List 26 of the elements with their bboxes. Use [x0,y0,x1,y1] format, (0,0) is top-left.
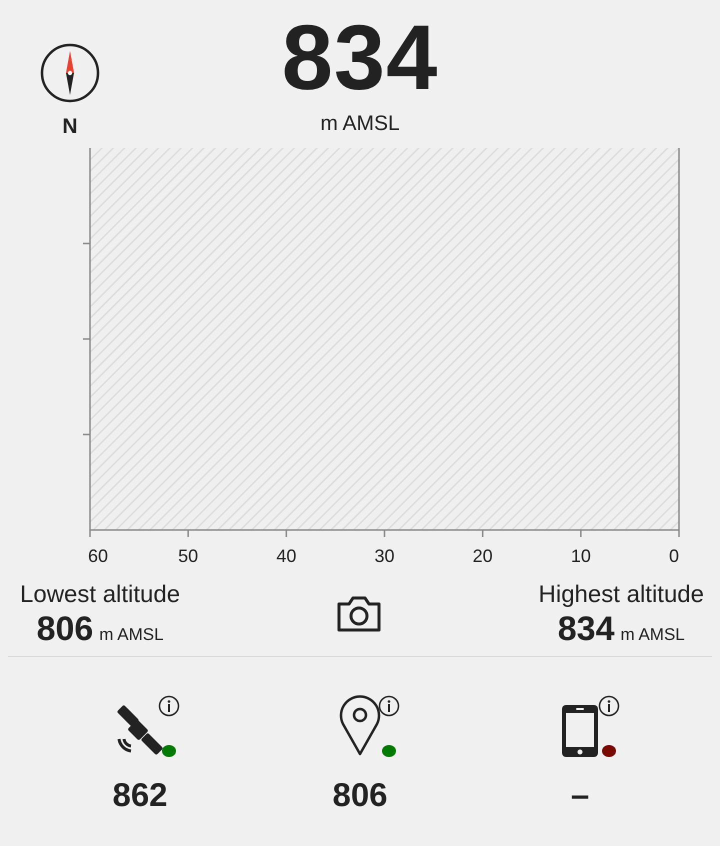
altitude-value: 834 [282,8,438,108]
altitude-unit: m AMSL [320,112,400,136]
info-icon[interactable] [378,695,400,717]
source-altitude: 862 [112,775,168,815]
camera-icon[interactable] [335,594,384,634]
axis-label: 30 [374,546,395,564]
compass-icon[interactable] [40,43,100,103]
map-pin-icon [338,695,382,757]
stat-unit: m AMSL [99,624,164,644]
info-icon[interactable] [598,695,620,717]
source-altitude: – [570,775,590,815]
stat-value: 834 [558,610,614,648]
axis-label: 10 [570,546,591,564]
stat-label: Highest altitude [538,580,704,610]
phone-icon [562,705,598,757]
axis-label: 40 [276,546,296,564]
stat-value: 806 [36,610,94,648]
stat-label: Lowest altitude [20,580,180,610]
axis-label: 0 [668,546,679,564]
axis-label: 50 [178,546,198,564]
stat-unit: m AMSL [620,624,685,644]
axis-label: 20 [472,546,493,564]
direction-label: N [62,115,78,139]
info-icon[interactable] [158,695,180,717]
source-altitude: 806 [332,775,388,815]
axis-label: 60 [88,546,108,564]
